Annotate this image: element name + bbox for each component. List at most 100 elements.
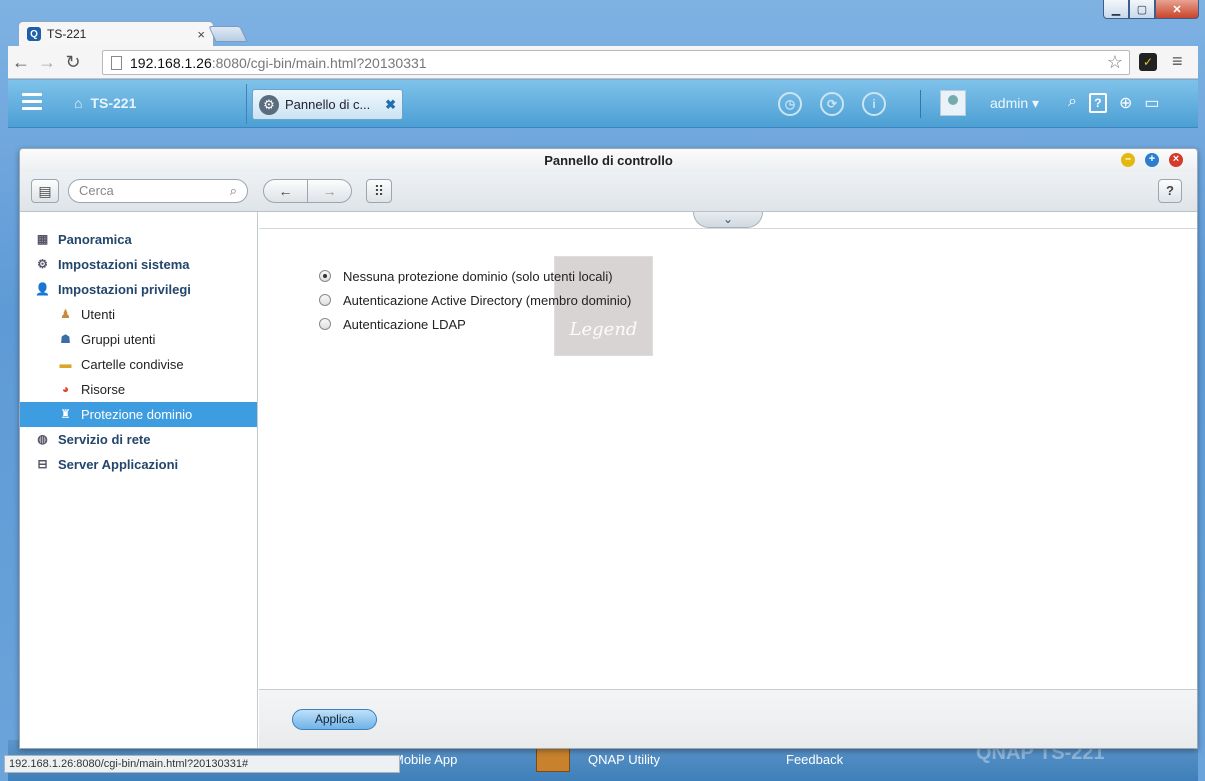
close-app-tab-icon[interactable]: ✖ — [385, 97, 396, 113]
radio-button[interactable] — [319, 318, 331, 330]
option-ldap[interactable]: Autenticazione LDAP — [319, 312, 631, 336]
sidebar-toggle-icon[interactable]: ▤ — [31, 179, 59, 203]
sidebar-item-protezione-dominio[interactable]: ♜ Protezione dominio — [20, 402, 257, 427]
search-icon: ⌕ — [229, 183, 237, 198]
url-host: 192.168.1.26 — [130, 54, 212, 71]
collapse-chevron-icon[interactable]: ⌄ — [693, 212, 763, 228]
sidebar-item-label: Risorse — [81, 382, 126, 397]
sidebar-item-label: Panoramica — [58, 232, 132, 247]
domain-security-options: Nessuna protezione dominio (solo utenti … — [319, 264, 631, 336]
main-menu-icon[interactable] — [22, 93, 42, 114]
new-tab-button[interactable] — [208, 26, 248, 42]
help-icon[interactable]: ? — [1088, 93, 1107, 113]
bookmark-star-icon[interactable]: ☆ — [1107, 52, 1123, 73]
sidebar-item-label: Cartelle condivise — [81, 357, 184, 372]
all-apps-grid-icon[interactable]: ⠿ — [366, 179, 392, 203]
dock-item-mobile-app[interactable]: Mobile App — [393, 752, 457, 767]
sidebar-item-impostazioni-privilegi[interactable]: 👤 Impostazioni privilegi — [20, 277, 257, 302]
browser-tab[interactable]: Q TS-221 × — [18, 21, 214, 46]
username: admin — [990, 95, 1029, 111]
minimize-window-icon[interactable]: – — [1121, 153, 1135, 167]
sidebar-item-label: Impostazioni privilegi — [58, 282, 191, 297]
users-group-icon: ☗ — [60, 332, 71, 346]
control-panel-window: Pannello di controllo – + × ▤ Cerca ⌕ ← … — [19, 148, 1198, 749]
external-device-icon[interactable]: ⟳ — [820, 92, 844, 116]
event-notification-icon[interactable]: i — [862, 92, 886, 116]
home-icon: ⌂ — [74, 95, 83, 111]
sidebar-item-panoramica[interactable]: ▦ Panoramica — [20, 227, 257, 252]
dock-item-qnap-utility[interactable]: QNAP Utility — [588, 752, 660, 767]
gear-icon: ⚙ — [37, 257, 48, 271]
back-button[interactable]: ← — [263, 179, 308, 203]
browser-menu-icon[interactable]: ≡ — [1172, 51, 1183, 72]
url-path: :8080/cgi-bin/main.html?20130331 — [211, 54, 427, 71]
close-tab-icon[interactable]: × — [197, 27, 205, 42]
qnap-favicon-icon: Q — [27, 27, 41, 41]
close-window-button[interactable]: ✕ — [1155, 0, 1199, 19]
address-bar[interactable]: 192.168.1.26 :8080/cgi-bin/main.html?201… — [102, 50, 1130, 75]
sidebar-item-utenti[interactable]: ♟ Utenti — [20, 302, 257, 327]
search-placeholder: Cerca — [79, 183, 114, 198]
app-tab-label: Pannello di c... — [285, 97, 371, 112]
sidebar-item-label: Impostazioni sistema — [58, 257, 190, 272]
option-active-directory[interactable]: Autenticazione Active Directory (membro … — [319, 288, 631, 312]
tab-strip: Q TS-221 × — [8, 19, 1198, 46]
window-toolbar: ▤ Cerca ⌕ ← → ⠿ ? — [20, 172, 1197, 212]
sidebar-item-impostazioni-sistema[interactable]: ⚙ Impostazioni sistema — [20, 252, 257, 277]
maximize-button[interactable]: ▢ — [1129, 0, 1155, 19]
sidebar-item-label: Gruppi utenti — [81, 332, 156, 347]
radio-button[interactable] — [319, 270, 331, 282]
server-icon: ⊟ — [37, 457, 48, 471]
apply-button[interactable]: Applica — [292, 709, 377, 730]
search-input[interactable]: Cerca ⌕ — [68, 179, 248, 203]
extension-icon[interactable]: ✓ — [1139, 53, 1157, 71]
sidebar-item-risorse[interactable]: ◕ Risorse — [20, 377, 257, 402]
radio-button[interactable] — [319, 294, 331, 306]
help-button[interactable]: ? — [1158, 179, 1182, 203]
single-user-icon: ♟ — [60, 307, 71, 321]
browser-window: ▁ ▢ ✕ Q TS-221 × ← → ↻ 192.168.1.26 :808… — [0, 0, 1205, 781]
option-label: Autenticazione LDAP — [343, 316, 466, 332]
desktop-preferences-icon[interactable]: ▭ — [1144, 93, 1159, 113]
grid-icon: ▦ — [36, 232, 49, 246]
status-url: 192.168.1.26:8080/cgi-bin/main.html?2013… — [4, 755, 400, 773]
avatar[interactable] — [940, 90, 966, 116]
language-globe-icon[interactable]: ⊕ — [1119, 93, 1132, 113]
background-tasks-icon[interactable]: ◷ — [778, 92, 802, 116]
window-controls: ▁ ▢ ✕ — [1103, 0, 1199, 19]
sidebar-item-server-applicazioni[interactable]: ⊟ Server Applicazioni — [20, 452, 257, 477]
window-buttons: – + × — [1121, 153, 1183, 167]
tab-title: TS-221 — [47, 27, 87, 41]
top-right-icons: ⌕ ? ⊕ ▭ — [1068, 93, 1160, 113]
forward-icon[interactable]: → — [34, 52, 60, 73]
window-title: Pannello di controllo — [20, 149, 1197, 172]
sidebar-item-gruppi-utenti[interactable]: ☗ Gruppi utenti — [20, 327, 257, 352]
control-panel-gear-icon: ⚙ — [259, 94, 279, 115]
footer-bar: Applica — [259, 689, 1197, 748]
option-label: Nessuna protezione dominio (solo utenti … — [343, 268, 613, 284]
sidebar-item-servizio-di-rete[interactable]: ◍ Servizio di rete — [20, 427, 257, 452]
sidebar-item-label: Utenti — [81, 307, 115, 322]
sidebar-item-label: Protezione dominio — [81, 407, 193, 422]
search-icon[interactable]: ⌕ — [1068, 93, 1077, 113]
folder-icon: ▬ — [59, 357, 72, 371]
sidebar-item-cartelle-condivise[interactable]: ▬ Cartelle condivise — [20, 352, 257, 377]
option-label: Autenticazione Active Directory (membro … — [343, 292, 632, 308]
app-tab-control-panel[interactable]: ⚙ Pannello di c... ✖ — [252, 89, 403, 120]
option-no-domain[interactable]: Nessuna protezione dominio (solo utenti … — [319, 264, 631, 288]
minimize-button[interactable]: ▁ — [1103, 0, 1129, 19]
user-menu[interactable]: admin ▾ — [990, 95, 1039, 112]
main-content: ⌄ Legend Nessuna protezione dominio (sol… — [259, 212, 1197, 748]
user-icon: 👤 — [35, 282, 50, 296]
close-window-icon[interactable]: × — [1169, 153, 1183, 167]
home-link[interactable]: ⌂ TS-221 — [74, 95, 136, 111]
divider — [246, 84, 247, 124]
divider — [920, 90, 921, 118]
globe-icon: ◍ — [37, 432, 48, 446]
dock-item-feedback[interactable]: Feedback — [786, 752, 843, 767]
reload-icon[interactable]: ↻ — [60, 52, 86, 73]
browser-toolbar: ← → ↻ 192.168.1.26 :8080/cgi-bin/main.ht… — [8, 46, 1198, 79]
forward-button[interactable]: → — [307, 179, 352, 203]
back-icon[interactable]: ← — [8, 52, 34, 73]
maximize-window-icon[interactable]: + — [1145, 153, 1159, 167]
